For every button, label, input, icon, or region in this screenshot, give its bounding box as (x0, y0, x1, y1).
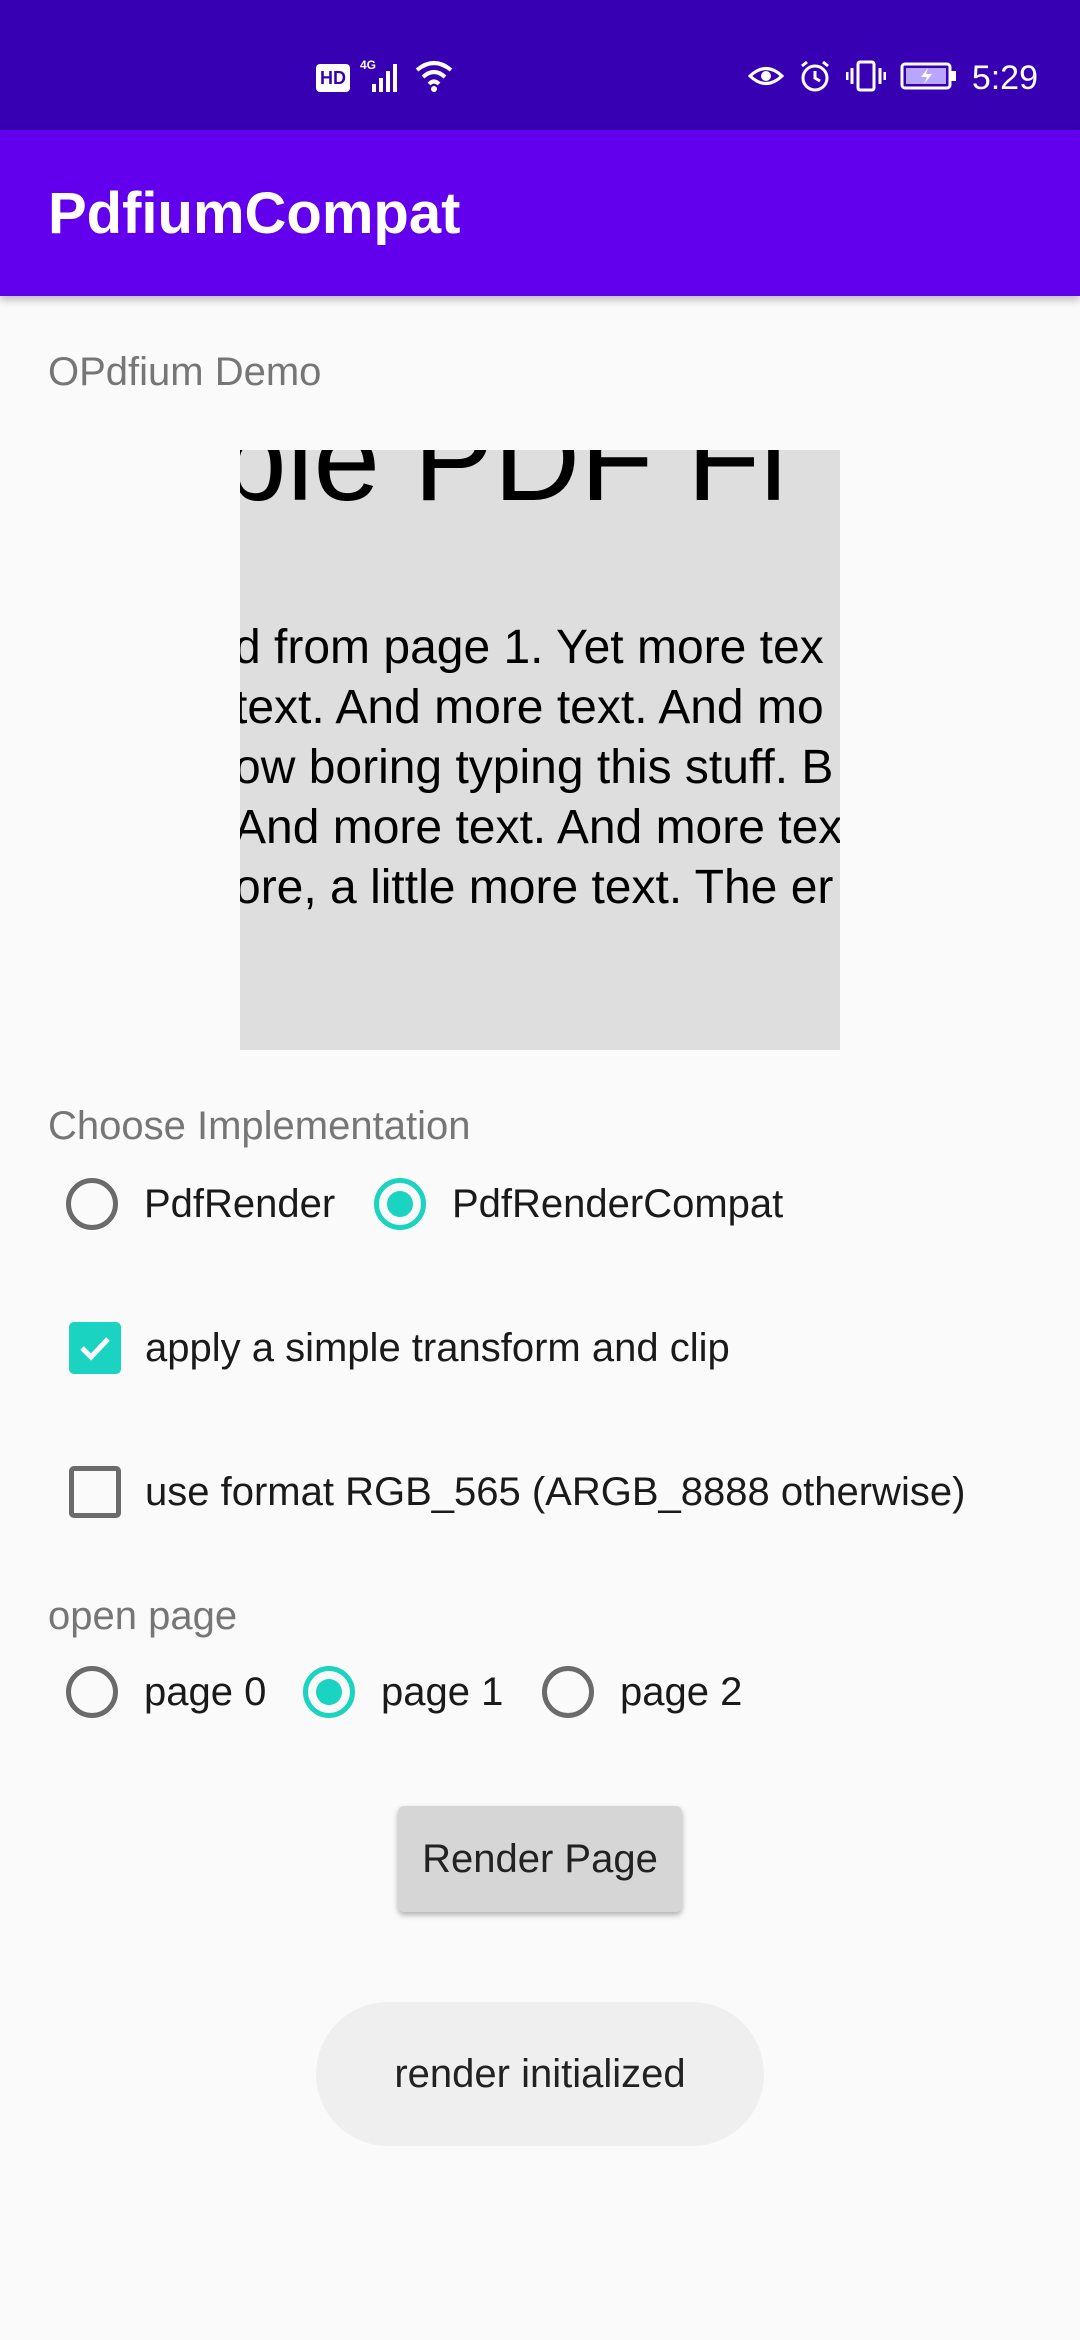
checkbox-checked[interactable] (69, 1322, 121, 1374)
radio-button-unchecked[interactable] (66, 1178, 118, 1230)
radio-button-unchecked[interactable] (66, 1666, 118, 1718)
radio-button-checked[interactable] (303, 1666, 355, 1718)
pdf-text-line: ore, a little more text. The er (240, 861, 834, 914)
radio-page-0[interactable]: page 0 (66, 1660, 266, 1724)
toast-message: render initialized (316, 2002, 764, 2146)
pdf-preview-image: ble PDF Fi d from page 1. Yet more tex t… (240, 450, 840, 1050)
pdf-body-text: d from page 1. Yet more tex text. And mo… (240, 618, 840, 918)
status-bar-right: 5:29 (747, 50, 1038, 106)
radio-pdfrender[interactable]: PdfRender (66, 1172, 335, 1236)
checkbox-unchecked[interactable] (69, 1466, 121, 1518)
radio-button-checked[interactable] (374, 1178, 426, 1230)
wifi-icon (414, 58, 454, 99)
pdf-text-line: text. And more text. And mo (240, 681, 824, 734)
app-title: PdfiumCompat (48, 181, 461, 246)
eye-icon (747, 61, 785, 96)
clock-time: 5:29 (971, 58, 1038, 97)
radio-label: page 1 (381, 1669, 504, 1714)
network-type-label: 4G (360, 58, 376, 72)
render-page-button[interactable]: Render Page (398, 1806, 682, 1912)
signal-icon: 4G (360, 58, 404, 99)
checkbox-transform-clip[interactable]: apply a simple transform and clip (69, 1316, 730, 1380)
implementation-label: Choose Implementation (48, 1104, 471, 1148)
radio-label: PdfRenderCompat (452, 1181, 784, 1226)
app-bar: PdfiumCompat (0, 130, 1080, 296)
demo-label: OPdfium Demo (48, 350, 322, 394)
status-bar: HD 4G 5:29 (0, 0, 1080, 130)
battery-charging-icon (900, 61, 958, 96)
open-page-label: open page (48, 1594, 238, 1638)
radio-button-unchecked[interactable] (542, 1666, 594, 1718)
checkbox-label: apply a simple transform and clip (145, 1325, 730, 1370)
radio-page-1[interactable]: page 1 (303, 1660, 503, 1724)
radio-pdfrendercompat[interactable]: PdfRenderCompat (374, 1172, 783, 1236)
pdf-heading-text: ble PDF Fi (240, 450, 787, 526)
pdf-text-line: ow boring typing this stuff. B (240, 741, 834, 794)
radio-label: page 0 (144, 1669, 267, 1714)
pdf-text-line: d from page 1. Yet more tex (240, 621, 824, 674)
pdf-text-line: And more text. And more tex (240, 801, 840, 854)
radio-label: page 2 (620, 1669, 743, 1714)
checkbox-label: use format RGB_565 (ARGB_8888 otherwise) (145, 1469, 966, 1514)
hd-icon: HD (316, 64, 350, 92)
radio-label: PdfRender (144, 1181, 336, 1226)
checkbox-rgb565[interactable]: use format RGB_565 (ARGB_8888 otherwise) (69, 1460, 965, 1524)
check-icon (80, 1337, 110, 1361)
alarm-icon (798, 59, 832, 98)
radio-page-2[interactable]: page 2 (542, 1660, 742, 1724)
status-bar-left: HD 4G (316, 58, 454, 98)
vibrate-icon (845, 59, 887, 98)
